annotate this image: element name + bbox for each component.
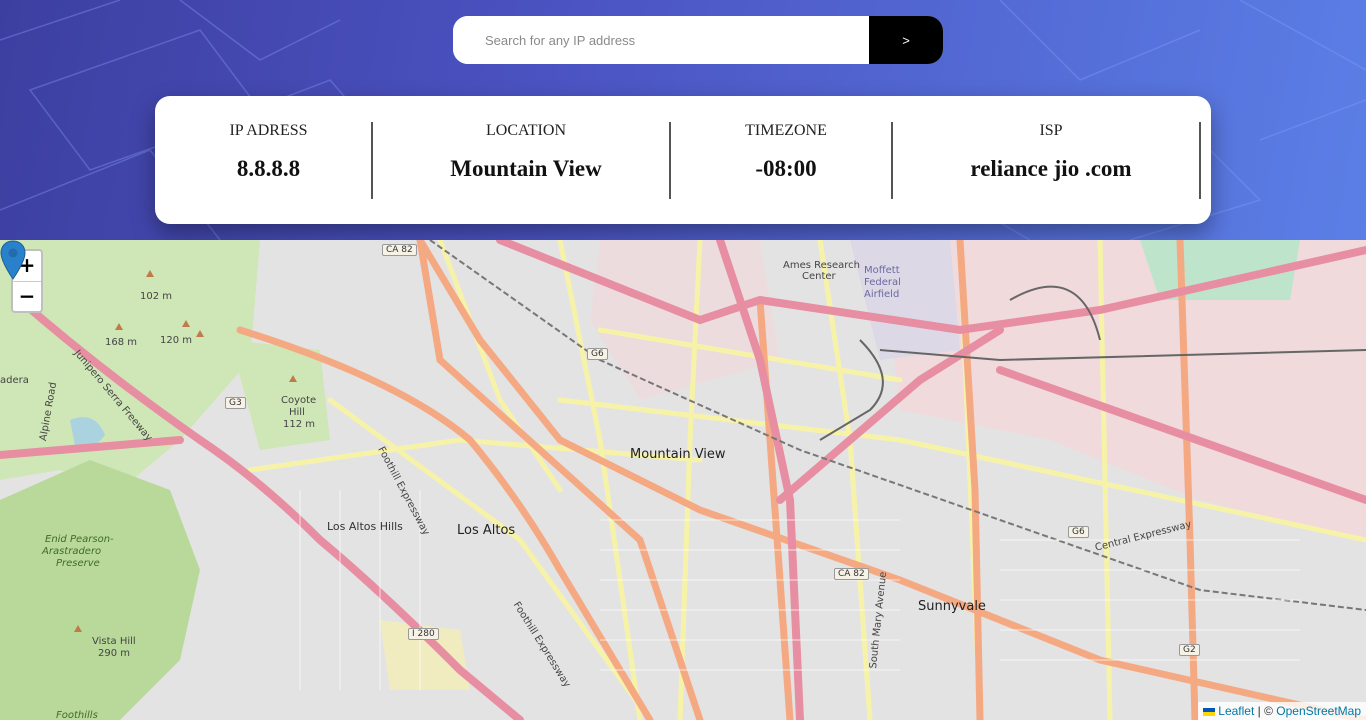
map-label-mountain-view: Mountain View	[630, 447, 726, 462]
timezone-label: TIMEZONE	[745, 122, 827, 139]
map-label-ames-2: Center	[802, 271, 836, 282]
map-label-vista-hill: Vista Hill	[92, 636, 136, 647]
map-label-moffett-3: Airfield	[864, 289, 900, 300]
openstreetmap-link[interactable]: OpenStreetMap	[1276, 704, 1361, 718]
route-shield: G6	[587, 348, 608, 360]
map-tiles	[0, 240, 1366, 720]
attribution-separator: | ©	[1254, 704, 1277, 718]
ukraine-flag-icon	[1203, 707, 1216, 716]
route-shield: G6	[1068, 526, 1089, 538]
map-label-enid-2: Arastradero	[42, 546, 102, 557]
map-view[interactable]: Mountain View Los Altos Los Altos Hills …	[0, 240, 1366, 720]
map-label-ames: Ames Research	[783, 260, 860, 271]
timezone-value: -08:00	[755, 156, 817, 181]
header-banner: > IP ADRESS 8.8.8.8 LOCATION Mountain Vi…	[0, 0, 1366, 240]
search-bar: >	[453, 16, 943, 64]
map-label-coyote-hill: Coyote	[281, 395, 317, 406]
location-value: Mountain View	[450, 156, 602, 181]
map-label-moffett: Moffett	[864, 265, 900, 276]
isp-section: ISP reliance jio .com	[893, 96, 1209, 224]
route-shield: I 280	[408, 628, 439, 640]
location-marker-icon[interactable]	[0, 240, 26, 280]
divider	[1199, 122, 1201, 199]
search-submit-button[interactable]: >	[869, 16, 943, 64]
map-label-los-altos: Los Altos	[457, 523, 516, 538]
map-label-sunnyvale: Sunnyvale	[918, 599, 986, 614]
timezone-section: TIMEZONE -08:00	[671, 96, 901, 224]
map-label-los-altos-hills: Los Altos Hills	[327, 520, 403, 533]
zoom-out-button[interactable]: −	[13, 281, 41, 311]
map-label-enid-3: Preserve	[56, 558, 100, 569]
map-label-120m: 120 m	[160, 335, 193, 346]
route-shield: CA 82	[382, 244, 417, 256]
ip-address-label: IP ADRESS	[229, 122, 308, 139]
route-shield: CA 82	[834, 568, 869, 580]
search-input[interactable]	[453, 16, 869, 64]
map-label-enid: Enid Pearson-	[45, 534, 114, 545]
map-label-moffett-2: Federal	[864, 277, 901, 288]
map-label-vista-hill-2: 290 m	[98, 648, 131, 659]
ip-info-card: IP ADRESS 8.8.8.8 LOCATION Mountain View…	[155, 96, 1211, 224]
map-label-foothills: Foothills	[56, 710, 98, 720]
map-label-coyote-hill-2: Hill	[289, 407, 305, 418]
location-label: LOCATION	[486, 122, 566, 139]
leaflet-link[interactable]: Leaflet	[1218, 704, 1254, 718]
route-shield: G3	[225, 397, 246, 409]
isp-label: ISP	[1039, 122, 1063, 139]
map-attribution: Leaflet | © OpenStreetMap	[1198, 702, 1366, 720]
isp-value: reliance jio .com	[970, 156, 1132, 181]
ip-address-value: 8.8.8.8	[236, 156, 301, 181]
route-shield: G2	[1179, 644, 1200, 656]
location-section: LOCATION Mountain View	[373, 96, 679, 224]
map-label-coyote-hill-3: 112 m	[283, 419, 316, 430]
map-label-168m: 168 m	[105, 337, 138, 348]
map-label-102m: 102 m	[140, 291, 173, 302]
ip-address-section: IP ADRESS 8.8.8.8	[155, 96, 382, 224]
map-label-adera: adera	[0, 375, 29, 386]
